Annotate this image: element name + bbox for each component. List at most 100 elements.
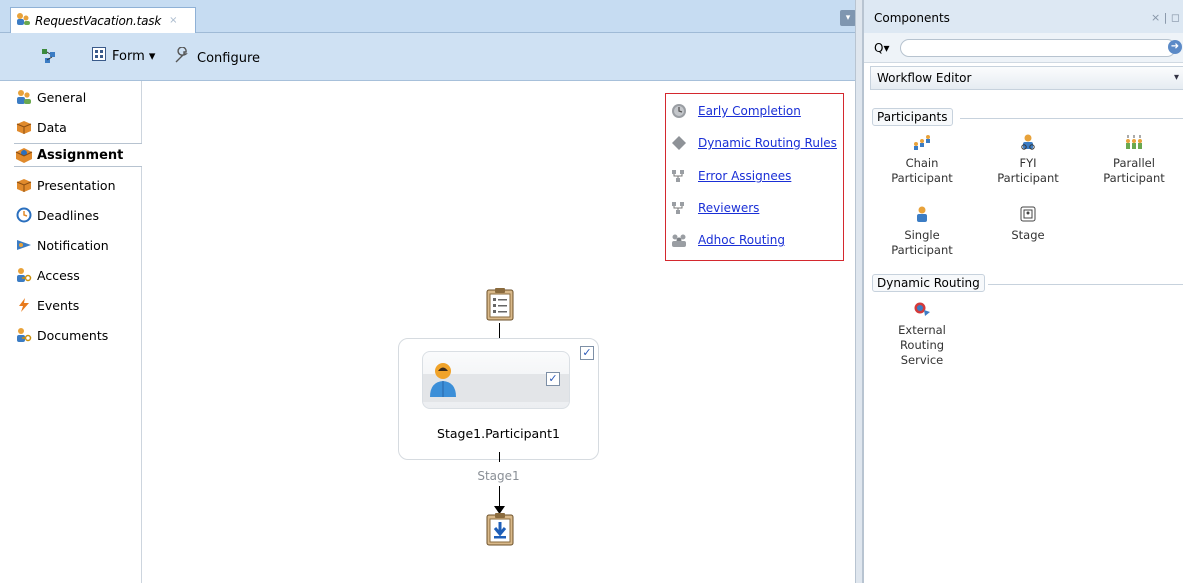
component-label-line: FYI	[1019, 156, 1037, 170]
stage-checkbox[interactable]: ✓	[580, 346, 594, 360]
nav-item-deadlines[interactable]: Deadlines	[14, 203, 140, 227]
panel-splitter[interactable]	[855, 0, 863, 583]
documents-user-icon	[14, 326, 34, 344]
configure-label: Configure	[197, 50, 261, 66]
external-routing-icon	[877, 298, 967, 320]
nav-item-label: Access	[37, 267, 80, 283]
nav-item-documents[interactable]: Documents	[14, 323, 140, 347]
section-dynamic-routing[interactable]: Dynamic Routing	[872, 274, 985, 292]
clock-icon	[670, 102, 688, 120]
dynamic-routing-rules-link[interactable]: Dynamic Routing Rules	[698, 136, 837, 150]
stage-label: Stage1	[477, 469, 520, 483]
editor-tab-bar: RequestVacation.task × ▾	[0, 0, 860, 33]
palette-selector[interactable]: Workflow Editor ▾	[870, 66, 1183, 90]
group-icon	[670, 231, 688, 249]
tab-list-dropdown-icon[interactable]: ▾	[840, 10, 856, 26]
people-icon	[14, 88, 34, 106]
task-section-navigator: General Data Assignment Presentation Dea…	[0, 81, 142, 583]
configure-button[interactable]: Configure	[173, 46, 261, 69]
toolbar: Form ▾ Configure	[0, 33, 860, 81]
search-icon[interactable]: Q▾	[874, 41, 889, 55]
component-label-line: Parallel	[1113, 156, 1155, 170]
component-label-line: Participant	[891, 171, 953, 185]
section-divider	[960, 118, 1183, 119]
nav-item-label: General	[37, 89, 87, 105]
components-panel: Components × | ◻ Q▾ ➜ Workflow Editor ▾ …	[863, 0, 1183, 583]
nav-item-events[interactable]: Events	[14, 293, 140, 317]
component-label-line: Single	[904, 228, 940, 242]
search-go-icon[interactable]: ➜	[1168, 40, 1182, 54]
form-menu-label: Form ▾	[112, 48, 156, 64]
components-search-input[interactable]	[900, 39, 1176, 57]
component-label-line: Chain	[905, 156, 939, 170]
component-label-line: Participant	[997, 171, 1059, 185]
tab-close-icon[interactable]: ×	[169, 15, 177, 26]
participant-checkbox[interactable]: ✓	[546, 372, 560, 386]
component-label-line: Participant	[1103, 171, 1165, 185]
nav-item-label: Assignment	[37, 147, 124, 163]
components-header: Components × | ◻	[864, 0, 1183, 33]
section-divider	[988, 284, 1183, 285]
nav-item-assignment[interactable]: Assignment	[14, 143, 142, 167]
option-early-completion[interactable]: Early Completion	[670, 100, 801, 122]
validate-icon	[40, 47, 58, 69]
nav-item-general[interactable]: General	[14, 85, 140, 109]
parallel-participant-icon	[1089, 131, 1179, 153]
option-reviewers[interactable]: Reviewers	[670, 197, 759, 219]
panel-window-controls[interactable]: × | ◻	[1151, 11, 1180, 24]
tab-request-vacation[interactable]: RequestVacation.task ×	[10, 7, 196, 33]
component-chain-participant[interactable]: Chain Participant	[877, 131, 967, 186]
tab-label: RequestVacation.task	[35, 13, 162, 28]
component-parallel-participant[interactable]: Parallel Participant	[1089, 131, 1179, 186]
data-cube-icon	[14, 118, 34, 136]
component-label-line: Participant	[891, 243, 953, 257]
component-label-line: Routing	[899, 338, 945, 352]
lightning-icon	[14, 296, 34, 314]
nav-item-label: Data	[37, 119, 67, 135]
option-error-assignees[interactable]: Error Assignees	[670, 165, 791, 187]
chevron-down-icon: ▾	[1173, 72, 1179, 83]
validate-button[interactable]	[40, 47, 58, 69]
component-fyi-participant[interactable]: FYI Participant	[983, 131, 1073, 186]
connector-line	[499, 323, 500, 339]
assignment-icon	[14, 146, 34, 164]
nav-item-notification[interactable]: Notification	[14, 233, 140, 257]
nav-item-presentation[interactable]: Presentation	[14, 173, 140, 197]
early-completion-link[interactable]: Early Completion	[698, 104, 801, 118]
components-search-row: Q▾ ➜	[864, 33, 1183, 63]
component-single-participant[interactable]: Single Participant	[877, 203, 967, 258]
nav-item-data[interactable]: Data	[14, 115, 140, 139]
chain-participant-icon	[877, 131, 967, 153]
components-title: Components	[874, 11, 950, 25]
component-label-line: Stage	[1011, 228, 1045, 242]
component-label-line: Service	[900, 353, 944, 367]
user-icon	[428, 362, 458, 401]
error-assignees-link[interactable]: Error Assignees	[698, 169, 791, 183]
participant-label: Stage1.Participant1	[437, 426, 560, 441]
component-stage[interactable]: Stage	[983, 203, 1073, 243]
notification-icon	[14, 236, 34, 254]
fyi-participant-icon	[983, 131, 1073, 153]
clock-icon	[14, 206, 34, 224]
nav-item-label: Events	[37, 297, 80, 313]
option-adhoc-routing[interactable]: Adhoc Routing	[670, 229, 785, 251]
task-start-icon[interactable]	[486, 287, 514, 324]
diamond-icon	[670, 134, 688, 152]
nav-item-label: Presentation	[37, 177, 116, 193]
key-user-icon	[14, 266, 34, 284]
nav-item-access[interactable]: Access	[14, 263, 140, 287]
task-end-icon[interactable]	[486, 512, 514, 549]
reviewers-link[interactable]: Reviewers	[698, 201, 759, 215]
stage-icon	[983, 203, 1073, 225]
task-file-icon	[15, 12, 31, 29]
wrench-icon	[173, 46, 191, 69]
form-menu-button[interactable]: Form ▾	[92, 47, 155, 65]
component-label-line: External	[898, 323, 946, 337]
connector-line	[499, 452, 500, 462]
section-participants[interactable]: Participants	[872, 108, 953, 126]
nav-item-label: Notification	[37, 237, 109, 253]
component-external-routing-service[interactable]: External Routing Service	[877, 298, 967, 368]
adhoc-routing-link[interactable]: Adhoc Routing	[698, 233, 785, 247]
assignment-options-panel: Early Completion Dynamic Routing Rules E…	[665, 93, 844, 261]
option-dynamic-routing-rules[interactable]: Dynamic Routing Rules	[670, 132, 837, 154]
